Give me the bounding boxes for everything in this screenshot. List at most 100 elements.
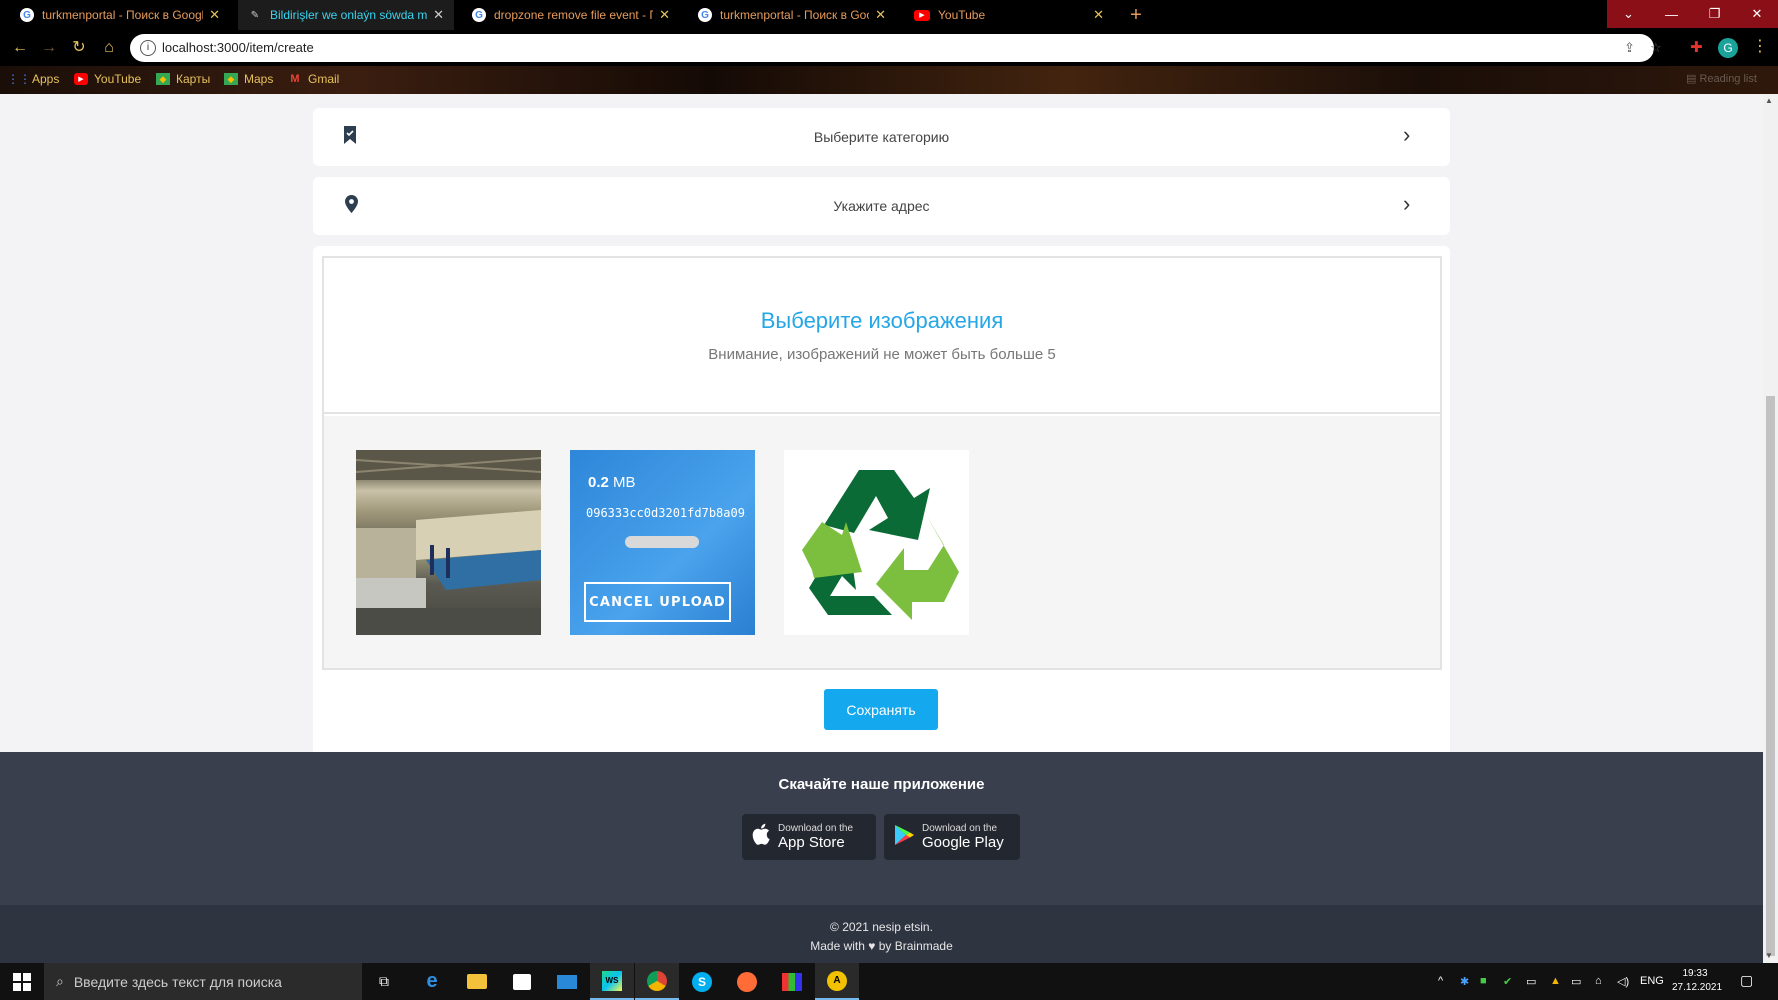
google-g-icon: G xyxy=(698,8,712,22)
skype-icon: S xyxy=(692,971,712,992)
location-pin-icon xyxy=(345,195,358,218)
recycle-icon xyxy=(802,470,959,620)
bookmark-icon xyxy=(343,126,357,149)
tab-title: turkmenportal - Поиск в Google xyxy=(42,8,204,22)
save-button[interactable]: Сохранять xyxy=(824,689,938,730)
tab-title: YouTube xyxy=(938,8,986,22)
browser-tab[interactable]: ▶ YouTube ✕ xyxy=(904,0,1114,30)
paint-icon xyxy=(782,972,802,991)
reload-icon: ↻ xyxy=(72,39,86,56)
app-download-heading: Скачайте наше приложение xyxy=(778,776,985,793)
bluetooth-icon[interactable]: ✱ xyxy=(1460,975,1469,988)
minimize-button[interactable]: — xyxy=(1650,0,1693,28)
network-monitor-icon[interactable]: ▭ xyxy=(1526,975,1536,988)
site-info-icon[interactable]: i xyxy=(140,40,156,56)
app-icon: A xyxy=(827,970,847,991)
close-tab-icon[interactable]: ✕ xyxy=(659,7,670,23)
address-selector[interactable]: Укажите адрес › xyxy=(313,177,1450,235)
shield-check-icon[interactable]: ✔ xyxy=(1503,975,1512,988)
taskbar-paint[interactable] xyxy=(770,963,814,1000)
mail-icon xyxy=(557,974,577,989)
taskbar-webstorm[interactable]: WS xyxy=(590,963,634,1000)
close-tab-icon[interactable]: ✕ xyxy=(209,7,220,23)
bookmark-youtube[interactable]: ▶ YouTube xyxy=(74,72,141,86)
language-indicator[interactable]: ENG xyxy=(1640,975,1664,987)
browser-tab[interactable]: Gturkmenportal - Поиск в Google ✕ xyxy=(10,0,230,30)
bookmark-star-icon[interactable]: ☆ xyxy=(1650,40,1662,56)
taskbar-chrome[interactable] xyxy=(635,963,679,1000)
bookmark-karty[interactable]: ◆ Карты xyxy=(156,72,210,86)
image-preview-recycle[interactable] xyxy=(784,450,969,635)
made-with-text: Made with ♥ by Brainmade xyxy=(810,939,953,953)
taskbar-skype[interactable]: S xyxy=(680,963,724,1000)
show-hidden-icons[interactable]: ^ xyxy=(1438,975,1443,987)
extensions-puzzle-icon[interactable]: ✚ xyxy=(1690,38,1703,56)
address-bar[interactable]: i localhost:3000/item/create ⇪ ☆ xyxy=(130,34,1662,62)
taskbar-file-explorer[interactable] xyxy=(455,963,499,1000)
taskbar-store[interactable] xyxy=(500,963,544,1000)
network-icon[interactable]: ⌂ xyxy=(1595,975,1602,987)
google-play-badge[interactable]: Download on the Google Play xyxy=(884,814,1020,860)
browser-tab[interactable]: Gdropzone remove file event - По ✕ xyxy=(462,0,680,30)
home-button[interactable]: ⌂ xyxy=(98,37,120,59)
task-view-button[interactable]: ⧉ xyxy=(362,963,406,1000)
clock-date: 27.12.2021 xyxy=(1672,982,1723,993)
bookmark-maps[interactable]: ◆ Maps xyxy=(224,72,273,86)
close-window-button[interactable]: ✕ xyxy=(1736,0,1778,28)
taskbar-mail[interactable] xyxy=(545,963,589,1000)
taskbar-app[interactable]: A xyxy=(815,963,859,1000)
browser-tab[interactable]: ✎ Bildirişler we onlaýn söwda merk ✕ xyxy=(238,0,454,30)
upload-progress-bar xyxy=(625,536,699,548)
battery-icon[interactable]: ▭ xyxy=(1571,975,1581,988)
google-g-icon: G xyxy=(472,8,486,22)
scroll-down-icon[interactable]: ▼ xyxy=(1765,951,1773,960)
dropzone-message[interactable]: Выберите изображения Внимание, изображен… xyxy=(324,258,1440,414)
cancel-upload-button[interactable]: CANCEL UPLOAD xyxy=(584,582,731,622)
image-dropzone[interactable]: Выберите изображения Внимание, изображен… xyxy=(322,256,1442,670)
close-tab-icon[interactable]: ✕ xyxy=(875,7,886,23)
tab-search-button[interactable]: ⌄ xyxy=(1607,0,1650,28)
reading-list-button[interactable]: ▤ Reading list xyxy=(1686,72,1757,85)
bookmark-gmail[interactable]: M Gmail xyxy=(288,72,339,86)
maps-icon: ◆ xyxy=(156,73,170,85)
start-button[interactable] xyxy=(0,963,44,1000)
site-icon: ✎ xyxy=(250,9,260,21)
notification-center-icon[interactable]: ▢ xyxy=(1740,972,1753,989)
back-button[interactable]: ← xyxy=(9,37,31,59)
taskbar-clock[interactable]: 19:33 27.12.2021 xyxy=(1672,967,1723,995)
profile-avatar[interactable]: G xyxy=(1718,38,1738,58)
close-tab-icon[interactable]: ✕ xyxy=(433,7,444,23)
new-tab-button[interactable]: + xyxy=(1125,4,1147,26)
tab-title: Bildirişler we onlaýn söwda merk xyxy=(270,8,428,22)
reload-button[interactable]: ↻ xyxy=(68,37,90,59)
chrome-menu-icon[interactable]: ⋮ xyxy=(1752,36,1768,56)
bookmark-apps[interactable]: ⋮⋮ Apps xyxy=(7,72,59,86)
tray-app-icon[interactable]: ■ xyxy=(1480,975,1487,987)
postman-icon xyxy=(737,971,757,992)
folder-icon xyxy=(467,974,487,989)
search-icon: ⌕ xyxy=(56,973,64,989)
scrollbar-thumb[interactable] xyxy=(1766,396,1775,956)
image-preview-uploading[interactable]: 0.2 MB 096333cc0d3201fd7b8a0953 CANCEL U… xyxy=(570,450,755,635)
edge-icon: e xyxy=(426,970,438,992)
close-icon: ✕ xyxy=(1751,6,1763,21)
volume-icon[interactable]: ◁) xyxy=(1617,975,1629,988)
taskbar-search-box[interactable]: ⌕ Введите здесь текст для поиска xyxy=(44,963,362,1000)
task-view-icon: ⧉ xyxy=(379,973,389,989)
share-icon[interactable]: ⇪ xyxy=(1624,40,1635,56)
browser-tab[interactable]: Gturkmenportal - Поиск в Google ✕ xyxy=(688,0,896,30)
app-store-badge[interactable]: Download on the App Store xyxy=(742,814,876,860)
url-text[interactable]: localhost:3000/item/create xyxy=(162,40,314,55)
footer-bottom: © 2021 nesip etsin. Made with ♥ by Brain… xyxy=(0,905,1763,963)
warehouse-photo xyxy=(355,450,542,635)
scroll-up-icon[interactable]: ▲ xyxy=(1765,96,1773,105)
close-tab-icon[interactable]: ✕ xyxy=(1093,7,1104,23)
taskbar-edge[interactable]: e xyxy=(410,963,454,1000)
tray-warning-icon[interactable]: ▲ xyxy=(1550,975,1561,987)
file-name: 096333cc0d3201fd7b8a0953 xyxy=(586,506,746,520)
category-selector[interactable]: Выберите категорию › xyxy=(313,108,1450,166)
image-preview-warehouse[interactable] xyxy=(355,450,542,635)
restore-button[interactable]: ❐ xyxy=(1693,0,1736,28)
forward-button[interactable]: → xyxy=(38,37,60,59)
taskbar-postman[interactable] xyxy=(725,963,769,1000)
